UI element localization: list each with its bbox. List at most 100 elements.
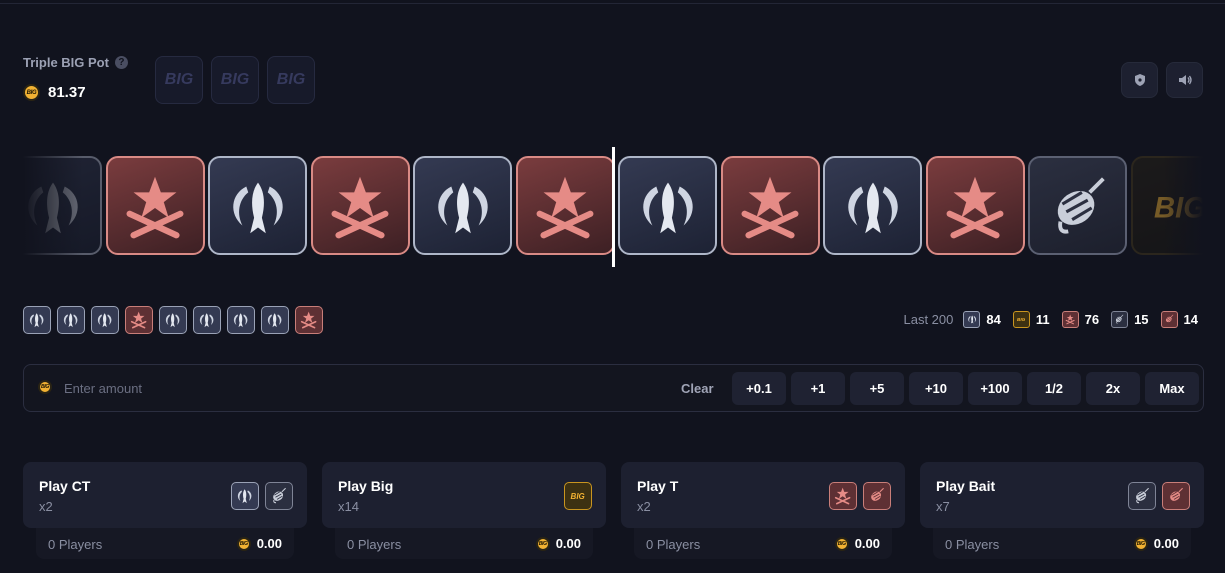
svg-text:BIG: BIG (571, 492, 585, 501)
grenade-icon (265, 482, 293, 510)
last-200-count: 84 (986, 312, 1001, 327)
add-10-button[interactable]: +10 (909, 372, 963, 405)
play-big-card[interactable]: Play Big x14 BIG (322, 462, 606, 528)
bet-amount-input[interactable] (64, 377, 364, 399)
big-coin-icon: BIG (23, 84, 40, 101)
big-coin-icon: BIG (236, 536, 251, 551)
card-multiplier: x2 (637, 499, 651, 514)
card-icons (829, 482, 891, 510)
big-coin-icon: BIG (535, 536, 550, 551)
last-200-count: 15 (1134, 312, 1149, 327)
play-ct-summary: 0 Players BIG 0.00 (36, 528, 294, 559)
roulette-tile-bait (1028, 156, 1127, 255)
card-icons: BIG (564, 482, 592, 510)
triple-big-pot: Triple BIG Pot ? BIG 81.37 (23, 55, 128, 101)
sound-button[interactable] (1166, 62, 1203, 98)
top-divider (0, 3, 1225, 4)
roulette-tile-t (720, 156, 820, 255)
pot-amount: 81.37 (48, 84, 86, 101)
card-title: Play CT (39, 478, 91, 494)
big-logo-icon: BIG (564, 482, 592, 510)
card-title: Play Big (338, 478, 394, 494)
add-100-button[interactable]: +100 (968, 372, 1022, 405)
card-multiplier: x2 (39, 499, 53, 514)
players-count: 0 Players (646, 537, 701, 552)
roulette-marker (612, 147, 615, 267)
play-t-summary: 0 Players BIG 0.00 (634, 528, 892, 559)
play-bait-summary: 0 Players BIG 0.00 (933, 528, 1191, 559)
t-star-icon (116, 167, 194, 245)
roulette-tile-ct (413, 156, 512, 255)
ct-wings-icon (963, 311, 981, 328)
t-grenade-icon (1160, 311, 1178, 328)
speaker-icon (1178, 75, 1192, 85)
roulette-tile-t (925, 156, 1025, 255)
half-button[interactable]: 1/2 (1027, 372, 1081, 405)
grenade-icon (1039, 167, 1117, 245)
big-pot-slot: BIG (155, 56, 203, 104)
last-200-count: 76 (1084, 312, 1100, 327)
t-star-icon (829, 482, 857, 510)
last-200-label: Last 200 (903, 312, 954, 327)
add-5-button[interactable]: +5 (850, 372, 904, 405)
double-button[interactable]: 2x (1086, 372, 1140, 405)
play-t-card[interactable]: Play T x2 (621, 462, 905, 528)
t-star-icon (1061, 311, 1079, 328)
roulette-tile-ct (618, 156, 717, 255)
roulette-tile-t (515, 156, 615, 255)
card-multiplier: x14 (338, 499, 359, 514)
roulette-tile-t (310, 156, 410, 255)
history-item-ct (261, 306, 289, 334)
card-title: Play Bait (936, 478, 996, 494)
recent-results (23, 306, 323, 334)
play-ct-card[interactable]: Play CT x2 (23, 462, 307, 528)
add-0.1-button[interactable]: +0.1 (732, 372, 786, 405)
roulette-tile-t (105, 156, 205, 255)
ct-wings-icon (231, 482, 259, 510)
history-item-ct (57, 306, 85, 334)
history-item-ct (193, 306, 221, 334)
ct-wings-icon (219, 167, 297, 245)
bet-total: 0.00 (256, 536, 282, 551)
help-icon[interactable]: ? (114, 56, 128, 69)
ct-wings-icon (834, 167, 912, 245)
grenade-icon (1111, 311, 1129, 328)
add-1-button[interactable]: +1 (791, 372, 845, 405)
t-star-icon (526, 167, 604, 245)
ct-wings-icon (424, 167, 502, 245)
bet-total: 0.00 (854, 536, 880, 551)
players-count: 0 Players (347, 537, 402, 552)
grenade-icon (1128, 482, 1156, 510)
play-bait-card[interactable]: Play Bait x7 (920, 462, 1204, 528)
bet-total: 0.00 (555, 536, 581, 551)
bet-bar: BIG Clear +0.1 +1 +5 +10 +100 1/2 2x Max (23, 364, 1204, 412)
ct-wings-icon (629, 167, 707, 245)
last-200-stats: Last 200 84 BIG 11 76 15 14 (904, 311, 1205, 328)
big-coin-icon: BIG (1133, 536, 1148, 551)
strip-fade (1163, 155, 1203, 257)
card-icons (231, 482, 293, 510)
history-item-ct (23, 306, 51, 334)
big-pot-slot: BIG (211, 56, 259, 104)
bet-total: 0.00 (1153, 536, 1179, 551)
clear-button[interactable]: Clear (681, 381, 714, 396)
players-count: 0 Players (945, 537, 1000, 552)
shield-icon (1134, 74, 1145, 86)
last-200-count: 14 (1183, 312, 1198, 327)
pot-title: Triple BIG Pot (23, 55, 109, 70)
fairness-button[interactable] (1121, 62, 1158, 98)
history-item-t (295, 306, 323, 334)
card-multiplier: x7 (936, 499, 950, 514)
history-item-ct (159, 306, 187, 334)
play-big-summary: 0 Players BIG 0.00 (335, 528, 593, 559)
card-icons (1128, 482, 1190, 510)
svg-text:BIG: BIG (1017, 317, 1026, 322)
t-star-icon (321, 167, 399, 245)
history-item-ct (227, 306, 255, 334)
max-button[interactable]: Max (1145, 372, 1199, 405)
t-star-icon (731, 167, 809, 245)
history-item-t (125, 306, 153, 334)
t-grenade-icon (863, 482, 891, 510)
history-item-ct (91, 306, 119, 334)
big-logo-icon: BIG (1012, 311, 1030, 328)
